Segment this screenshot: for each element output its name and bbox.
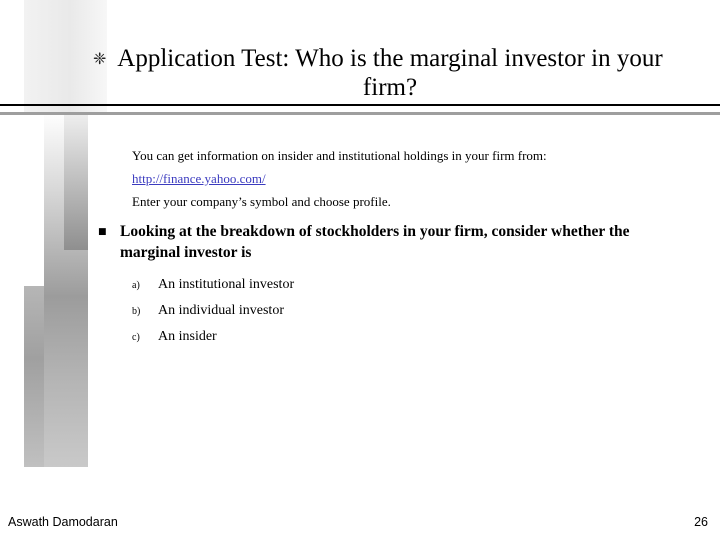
intro-line-2: http://finance.yahoo.com/ [132, 167, 696, 190]
title-divider-dark [0, 104, 720, 106]
slide-body: You can get information on insider and i… [96, 144, 696, 355]
list-item[interactable]: c) An insider [132, 329, 696, 345]
main-bullet-text: Looking at the breakdown of stockholders… [120, 223, 630, 261]
left-column-strip [24, 286, 44, 467]
square-bullet-icon: ■ [98, 227, 107, 237]
option-label: An individual investor [158, 303, 284, 318]
main-bullet: ■ Looking at the breakdown of stockholde… [96, 221, 696, 263]
left-column-notch [24, 250, 44, 286]
decorative-bullet-icon: ❈ [93, 49, 106, 68]
slide-title: ❈ Application Test: Who is the marginal … [90, 44, 690, 102]
slide-title-text: Application Test: Who is the marginal in… [117, 45, 663, 101]
option-label: An institutional investor [158, 277, 295, 292]
option-label: An insider [158, 329, 217, 344]
option-marker: a) [132, 280, 140, 291]
option-marker: c) [132, 332, 140, 343]
list-item[interactable]: b) An individual investor [132, 303, 696, 319]
intro-line-3: Enter your company’s symbol and choose p… [132, 194, 391, 209]
option-marker: b) [132, 306, 141, 317]
list-item[interactable]: a) An institutional investor [132, 277, 696, 293]
title-divider-gray [0, 112, 720, 115]
left-column-gradient-inner [64, 112, 88, 250]
footer-author: Aswath Damodaran [8, 515, 118, 529]
footer-page-number: 26 [694, 515, 708, 529]
intro-line-1: You can get information on insider and i… [132, 148, 547, 163]
yahoo-finance-link[interactable]: http://finance.yahoo.com/ [132, 171, 266, 186]
options-list: a) An institutional investor b) An indiv… [132, 277, 696, 345]
